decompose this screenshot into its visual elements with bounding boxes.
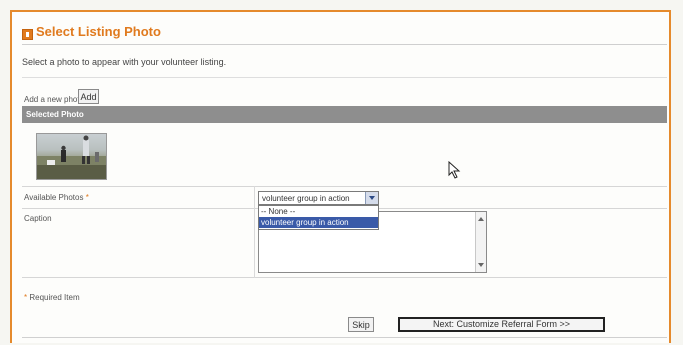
row-divider [22, 277, 667, 278]
scroll-down-arrow-icon[interactable] [478, 263, 484, 267]
add-photo-button[interactable]: Add [78, 89, 99, 104]
available-photos-select[interactable]: volunteer group in action [258, 191, 379, 205]
required-marker: * [85, 193, 89, 202]
title-divider [22, 44, 667, 45]
select-current-value: volunteer group in action [262, 194, 350, 203]
intro-divider [22, 77, 667, 78]
section-square-icon [22, 29, 33, 40]
row-divider [22, 186, 667, 187]
scroll-up-arrow-icon[interactable] [478, 217, 484, 221]
dropdown-option-none[interactable]: -- None -- [259, 206, 378, 217]
photo-scene-image [37, 135, 106, 179]
required-item-note: * Required Item [24, 293, 80, 302]
page-title: Select Listing Photo [36, 24, 161, 39]
bottom-divider [22, 337, 667, 338]
selected-photo-header: Selected Photo [22, 106, 667, 123]
available-photos-label: Available Photos * [24, 193, 89, 202]
required-note-text: Required Item [29, 293, 80, 302]
add-photo-label: Add a new photo: [24, 95, 87, 104]
mouse-pointer-icon [448, 161, 461, 179]
available-photos-dropdown[interactable]: -- None -- volunteer group in action [258, 205, 379, 230]
next-customize-referral-button[interactable]: Next: Customize Referral Form >> [398, 317, 605, 332]
required-note-marker: * [24, 293, 28, 302]
column-divider [254, 186, 255, 278]
dropdown-option-volunteer-group[interactable]: volunteer group in action [259, 217, 378, 228]
available-photos-label-text: Available Photos [24, 193, 84, 202]
chevron-down-icon[interactable] [365, 192, 378, 204]
skip-button[interactable]: Skip [348, 317, 374, 332]
intro-text: Select a photo to appear with your volun… [22, 57, 227, 67]
selected-photo-thumbnail[interactable] [36, 133, 107, 180]
caption-scrollbar[interactable] [475, 212, 486, 272]
caption-label: Caption [24, 214, 52, 223]
